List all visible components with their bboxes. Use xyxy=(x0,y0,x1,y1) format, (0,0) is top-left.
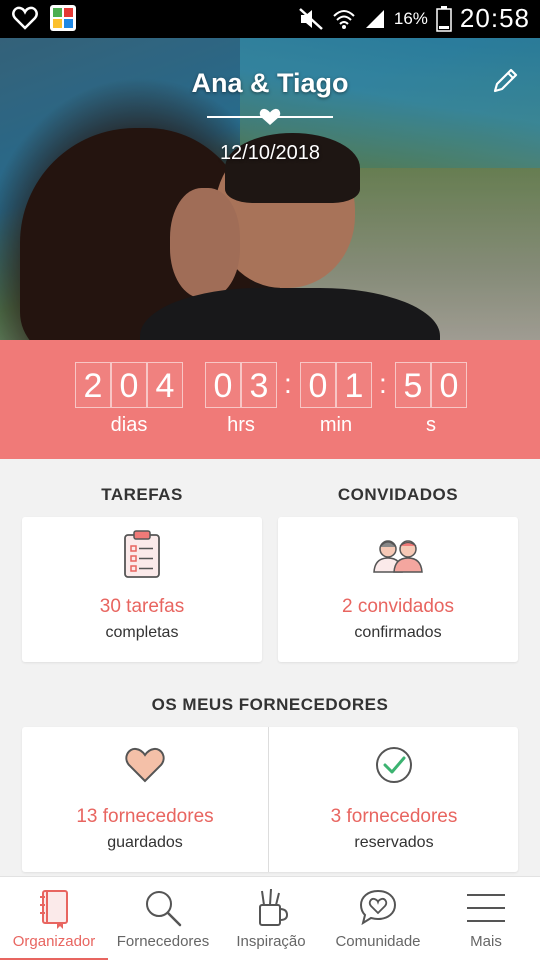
app-grid-icon xyxy=(50,5,76,31)
digit: 0 xyxy=(431,362,467,408)
minutes-label: min xyxy=(319,414,353,436)
couple-photo-header: Ana & Tiago 12/10/2018 xyxy=(0,38,540,340)
heart-divider-icon xyxy=(259,108,281,125)
signal-icon xyxy=(365,9,384,28)
digit: 2 xyxy=(75,362,111,408)
saved-vendors-count: 13 fornecedores xyxy=(76,806,214,827)
nav-label: Mais xyxy=(470,933,502,950)
menu-icon xyxy=(467,894,505,922)
pencil-cup-icon xyxy=(259,888,289,926)
tasks-count: 30 tarefas xyxy=(99,596,185,617)
booked-vendors[interactable]: 3 fornecedores reservados xyxy=(270,727,518,872)
booked-vendors-sub: reservados xyxy=(354,834,434,851)
tasks-card[interactable]: 30 tarefas completas xyxy=(22,517,262,662)
digit: 4 xyxy=(147,362,183,408)
days-label: dias xyxy=(110,414,148,436)
nav-fornecedores[interactable]: Fornecedores xyxy=(108,877,218,960)
guests-title: CONVIDADOS xyxy=(337,485,459,504)
nav-label: Inspiração xyxy=(236,933,306,950)
battery-icon xyxy=(436,5,452,32)
heart-icon xyxy=(125,747,165,783)
digit: 1 xyxy=(336,362,372,408)
couple-name: Ana & Tiago xyxy=(191,68,349,98)
hours-counter: 0 3 xyxy=(205,362,277,408)
booked-vendors-count: 3 fornecedores xyxy=(330,806,458,827)
digit: 0 xyxy=(205,362,241,408)
guests-sub: confirmados xyxy=(354,624,442,641)
status-bar: 16% 20:58 xyxy=(0,0,540,38)
nav-comunidade[interactable]: Comunidade xyxy=(324,877,432,960)
wedding-date: 12/10/2018 xyxy=(219,142,321,164)
wifi-icon xyxy=(333,9,355,29)
digit: 0 xyxy=(300,362,336,408)
digit: 5 xyxy=(395,362,431,408)
nav-label: Fornecedores xyxy=(116,933,210,950)
guests-icon xyxy=(373,540,423,573)
bottom-nav: Organizador Fornecedores Inspiração Comu… xyxy=(0,876,540,960)
time-separator: : xyxy=(379,368,387,399)
battery-percent: 16% xyxy=(393,8,428,28)
hours-label: hrs xyxy=(227,414,255,436)
minutes-counter: 0 1 xyxy=(300,362,372,408)
guests-count: 2 convidados xyxy=(342,596,454,617)
notebook-icon xyxy=(40,890,68,929)
heart-outline-icon xyxy=(12,6,38,30)
digit: 3 xyxy=(241,362,277,408)
search-icon xyxy=(146,891,182,927)
countdown: 2 0 4 0 3 : 0 1 : 5 0 dias hrs min s xyxy=(0,340,540,459)
nav-inspiracao[interactable]: Inspiração xyxy=(218,877,324,960)
time-separator: : xyxy=(284,368,292,399)
digit: 0 xyxy=(111,362,147,408)
guests-card[interactable]: 2 convidados confirmados xyxy=(278,517,518,662)
nav-label: Comunidade xyxy=(335,933,421,950)
chat-heart-icon xyxy=(359,889,397,926)
pencil-icon[interactable] xyxy=(490,66,520,96)
nav-label: Organizador xyxy=(12,933,96,950)
saved-vendors[interactable]: 13 fornecedores guardados xyxy=(22,727,268,872)
tasks-sub: completas xyxy=(105,624,179,641)
seconds-counter: 5 0 xyxy=(395,362,467,408)
saved-vendors-sub: guardados xyxy=(107,834,183,851)
vendors-title: OS MEUS FORNECEDORES xyxy=(151,695,389,714)
clipboard-checklist-icon xyxy=(124,530,160,578)
days-counter: 2 0 4 xyxy=(75,362,183,408)
nav-organizador[interactable]: Organizador xyxy=(0,877,108,960)
tasks-title: TAREFAS xyxy=(101,485,183,504)
nav-mais[interactable]: Mais xyxy=(432,877,540,960)
check-circle-icon xyxy=(376,747,412,783)
seconds-label: s xyxy=(426,414,436,436)
divider xyxy=(268,727,269,872)
mute-icon xyxy=(299,7,323,30)
clock: 20:58 xyxy=(459,3,530,33)
